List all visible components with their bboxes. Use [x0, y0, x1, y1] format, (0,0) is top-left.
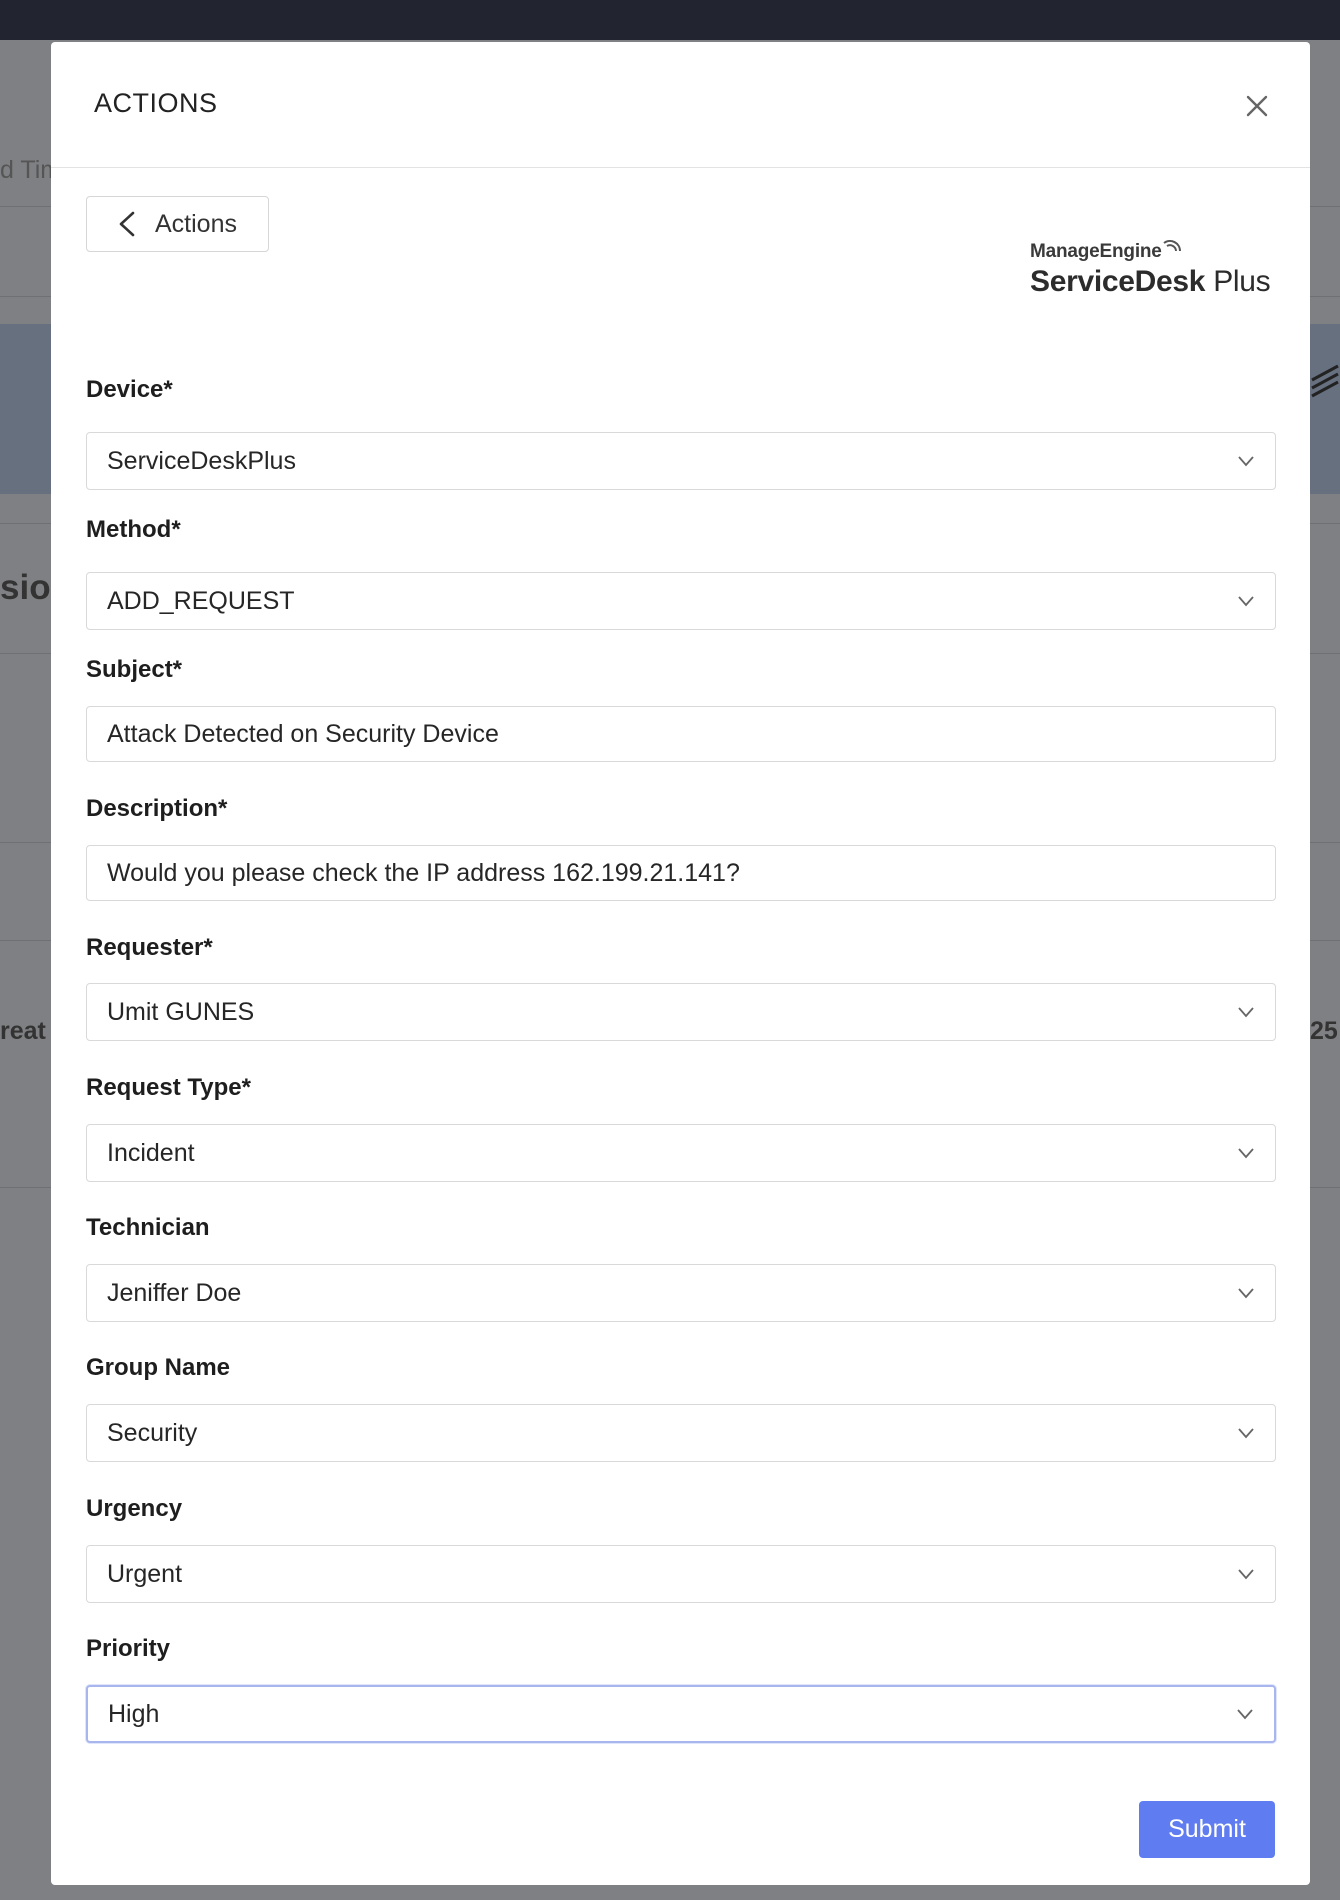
- description-input[interactable]: Would you please check the IP address 16…: [86, 845, 1276, 901]
- technician-label: Technician: [86, 1214, 210, 1241]
- urgency-label: Urgency: [86, 1495, 183, 1522]
- modal-title: ACTIONS: [94, 88, 218, 118]
- group-name-value: Security: [107, 1418, 198, 1447]
- bg-cell: reat: [0, 1017, 46, 1045]
- request-type-label: Request Type*: [86, 1074, 251, 1101]
- logo-product-bold: ServiceDesk: [1030, 265, 1206, 298]
- actions-modal: ACTIONS Actions ManageEngine ServiceDesk…: [51, 42, 1310, 1885]
- group-name-select[interactable]: Security: [86, 1404, 1276, 1462]
- priority-select[interactable]: High: [86, 1685, 1276, 1743]
- close-icon: [1246, 95, 1268, 117]
- description-label: Description*: [86, 795, 228, 822]
- request-type-select[interactable]: Incident: [86, 1124, 1276, 1182]
- method-value: ADD_REQUEST: [107, 586, 295, 615]
- submit-button[interactable]: Submit: [1139, 1801, 1275, 1858]
- group-name-label: Group Name: [86, 1354, 231, 1381]
- logo-product: ServiceDesk Plus: [1030, 265, 1271, 299]
- bg-cell: 25: [1310, 1017, 1338, 1045]
- priority-label: Priority: [86, 1635, 171, 1662]
- logo-arc-icon: [1163, 240, 1181, 252]
- technician-value: Jeniffer Doe: [107, 1278, 242, 1307]
- logo-brand: ManageEngine: [1030, 241, 1162, 262]
- urgency-select[interactable]: Urgent: [86, 1545, 1276, 1603]
- method-label: Method*: [86, 516, 181, 543]
- chevron-down-icon: [1238, 456, 1254, 467]
- bg-layers-icon: [1311, 364, 1339, 398]
- method-select[interactable]: ADD_REQUEST: [86, 572, 1276, 630]
- priority-value: High: [108, 1699, 160, 1728]
- back-button-label: Actions: [155, 209, 237, 238]
- chevron-down-icon: [1238, 1007, 1254, 1018]
- subject-label: Subject*: [86, 656, 183, 683]
- close-button[interactable]: [1241, 90, 1273, 122]
- servicedesk-plus-logo: ManageEngine ServiceDesk Plus: [1030, 240, 1271, 301]
- requester-select[interactable]: Umit GUNES: [86, 983, 1276, 1041]
- requester-value: Umit GUNES: [107, 997, 255, 1026]
- back-to-actions-button[interactable]: Actions: [86, 196, 269, 252]
- description-value: Would you please check the IP address 16…: [107, 858, 740, 887]
- device-value: ServiceDeskPlus: [107, 446, 296, 475]
- chevron-down-icon: [1237, 1709, 1253, 1720]
- requester-label: Requester*: [86, 934, 213, 961]
- chevron-down-icon: [1238, 596, 1254, 607]
- subject-value: Attack Detected on Security Device: [107, 719, 499, 748]
- chevron-down-icon: [1238, 1148, 1254, 1159]
- request-type-value: Incident: [107, 1138, 195, 1167]
- chevron-down-icon: [1238, 1569, 1254, 1580]
- device-label: Device*: [86, 376, 173, 403]
- urgency-value: Urgent: [107, 1559, 183, 1588]
- subject-input[interactable]: Attack Detected on Security Device: [86, 706, 1276, 762]
- logo-product-light: Plus: [1205, 265, 1271, 298]
- technician-select[interactable]: Jeniffer Doe: [86, 1264, 1276, 1322]
- modal-header: ACTIONS: [51, 42, 1310, 168]
- chevron-down-icon: [1238, 1428, 1254, 1439]
- app-topbar: [0, 0, 1340, 40]
- chevron-left-icon: [119, 211, 135, 237]
- device-select[interactable]: ServiceDeskPlus: [86, 432, 1276, 490]
- chevron-down-icon: [1238, 1288, 1254, 1299]
